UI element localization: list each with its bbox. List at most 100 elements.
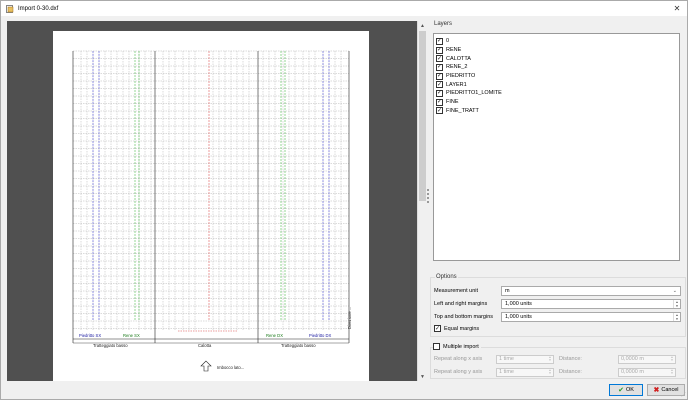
scroll-down-icon[interactable]: ▼ <box>418 372 427 381</box>
repeat-x-spinbox[interactable]: 1 time ▲ ▼ <box>496 354 554 364</box>
colored-lines <box>92 51 330 332</box>
repeat-x-label: Repeat along x axis <box>434 356 483 362</box>
resize-grip-icon[interactable]: ⋰ <box>681 392 686 398</box>
layer-item[interactable]: ✓ FINE <box>436 98 677 107</box>
repeat-x-row: Repeat along x axis 1 time ▲ ▼ Distance: … <box>434 354 684 364</box>
multiple-import-label: Multiple import <box>443 343 479 350</box>
layer-label: CALOTTA <box>446 55 471 62</box>
tb-margins-label: Top and bottom margins <box>434 314 494 320</box>
layer-item[interactable]: ✓ PIEDRITTO1_LOMITE <box>436 89 677 98</box>
tb-margins-spinbox[interactable]: 1,000 units ▲ ▼ <box>501 312 681 322</box>
layer-item[interactable]: ✓ LAYER1 <box>436 80 677 89</box>
layer-label: RENE_2 <box>446 64 468 71</box>
layer-checkbox[interactable]: ✓ <box>436 107 443 115</box>
repeat-x-value: 1 time <box>499 356 514 362</box>
lr-margins-spinbox[interactable]: 1,000 units ▲ ▼ <box>501 299 681 309</box>
multiple-import-checkbox[interactable] <box>433 343 440 350</box>
layer-checkbox[interactable]: ✓ <box>436 89 443 97</box>
lr-margins-label: Left and right margins <box>434 301 488 307</box>
distance-x-value: 0,0000 m <box>621 356 644 362</box>
equal-margins-checkbox[interactable]: ✓ <box>434 325 441 332</box>
distance-y-stepper[interactable]: ▲ ▼ <box>669 368 675 376</box>
layer-checkbox[interactable]: ✓ <box>436 72 443 80</box>
drawing-labels: Piedritto SX Rene SX Rene DX Piedritto D… <box>79 307 352 370</box>
measurement-unit-label: Measurement unit <box>434 288 479 294</box>
repeat-y-spinbox[interactable]: 1 time ▲ ▼ <box>496 367 554 377</box>
lr-margins-value: 1,000 units <box>505 301 532 307</box>
repeat-y-stepper[interactable]: ▲ ▼ <box>547 368 553 376</box>
window-title: Import 0-30.dxf <box>18 5 59 12</box>
multiple-import-group: Multiple import Repeat along x axis 1 ti… <box>430 343 686 379</box>
lr-margins-row: Left and right margins 1,000 units ▲ ▼ <box>434 299 684 309</box>
layers-panel: Layers ✓ 0 ✓ RENE ✓ CALOTTA ✓ RENE_2 ✓ PIEDRITTO ✓… <box>430 21 686 268</box>
layer-item[interactable]: ✓ 0 <box>436 37 677 46</box>
layers-title: Layers <box>434 21 453 27</box>
layer-item[interactable]: ✓ RENE <box>436 46 677 55</box>
options-group: Options Measurement unit m ⌄ Left and ri… <box>430 274 686 337</box>
layer-label: FINE_TRATT <box>446 107 479 114</box>
distance-x-label: Distance: <box>559 356 582 362</box>
close-button[interactable]: ✕ <box>671 3 683 14</box>
equal-margins-label: Equal margins <box>444 325 480 332</box>
label-rene-dx: Rene DX <box>266 333 283 338</box>
up-arrow-icon <box>200 360 212 372</box>
equal-margins-row: ✓ Equal margins <box>434 325 479 332</box>
label-piedritto-dx: Piedritto DX <box>309 333 332 338</box>
lr-margins-stepper[interactable]: ▲ ▼ <box>673 300 680 308</box>
repeat-y-value: 1 time <box>499 369 514 375</box>
grid-lines <box>73 50 349 331</box>
layer-checkbox[interactable]: ✓ <box>436 81 443 89</box>
label-direzione: Direzione ... <box>347 307 352 329</box>
distance-y-value: 0,0000 m <box>621 369 644 375</box>
layer-checkbox[interactable]: ✓ <box>436 98 443 106</box>
paper-sheet: Piedritto SX Rene SX Rene DX Piedritto D… <box>53 31 369 381</box>
tb-margins-stepper[interactable]: ▲ ▼ <box>673 313 680 321</box>
layers-list[interactable]: ✓ 0 ✓ RENE ✓ CALOTTA ✓ RENE_2 ✓ PIEDRITTO ✓ LAYER1 ✓… <box>433 33 680 261</box>
layer-checkbox[interactable]: ✓ <box>436 55 443 63</box>
label-tratteggiato-right: Tratteggiato basso <box>281 343 316 348</box>
measurement-unit-value: m <box>505 288 510 294</box>
distance-y-spinbox[interactable]: 0,0000 m ▲ ▼ <box>618 367 676 377</box>
distance-x-spinbox[interactable]: 0,0000 m ▲ ▼ <box>618 354 676 364</box>
measurement-unit-select[interactable]: m ⌄ <box>501 286 681 296</box>
cancel-label: Cancel <box>661 387 679 393</box>
drawing-frame <box>72 51 350 344</box>
layer-item[interactable]: ✓ RENE_2 <box>436 63 677 72</box>
layer-checkbox[interactable]: ✓ <box>436 63 443 71</box>
distance-y-label: Distance: <box>559 369 582 375</box>
preview-vertical-scrollbar[interactable]: ▲ ▼ <box>417 21 426 381</box>
layer-checkbox[interactable]: ✓ <box>436 46 443 54</box>
tb-margins-value: 1,000 units <box>505 314 532 320</box>
tb-margins-row: Top and bottom margins 1,000 units ▲ ▼ <box>434 312 684 322</box>
label-rene-sx: Rene SX <box>123 333 140 338</box>
scroll-thumb[interactable] <box>419 31 426 201</box>
layer-item[interactable]: ✓ CALOTTA <box>436 54 677 63</box>
check-icon: ✔ <box>618 387 624 394</box>
layer-label: LAYER1 <box>446 81 467 88</box>
layer-label: FINE <box>446 99 459 106</box>
scroll-up-icon[interactable]: ▲ <box>418 21 427 30</box>
layer-label: PIEDRITTO <box>446 73 476 80</box>
app-icon <box>6 4 14 13</box>
layer-label: RENE <box>446 47 462 54</box>
distance-x-stepper[interactable]: ▲ ▼ <box>669 355 675 363</box>
options-title: Options <box>435 274 458 280</box>
label-piedritto-sx: Piedritto SX <box>79 333 101 338</box>
layer-item[interactable]: ✓ PIEDRITTO <box>436 72 677 81</box>
multiple-import-header: Multiple import <box>433 343 481 350</box>
layer-item[interactable]: ✓ FINE_TRATT <box>436 107 677 116</box>
label-tratteggiato-left: Tratteggiato basso <box>93 343 128 348</box>
import-dialog: Import 0-30.dxf ✕ Piedritto SX Rene SX R… <box>0 0 688 400</box>
drawing-preview[interactable]: Piedritto SX Rene SX Rene DX Piedritto D… <box>7 21 417 381</box>
layer-checkbox[interactable]: ✓ <box>436 37 443 45</box>
ok-label: OK <box>625 387 634 393</box>
cancel-icon: ✖ <box>653 387 660 394</box>
repeat-x-stepper[interactable]: ▲ ▼ <box>547 355 553 363</box>
ok-button[interactable]: ✔ OK <box>609 384 643 396</box>
measurement-unit-row: Measurement unit m ⌄ <box>434 286 684 296</box>
layer-label: PIEDRITTO1_LOMITE <box>446 90 502 97</box>
repeat-y-row: Repeat along y axis 1 time ▲ ▼ Distance: … <box>434 367 684 377</box>
label-calotta: Calotta <box>198 343 212 348</box>
dxf-drawing: Piedritto SX Rene SX Rene DX Piedritto D… <box>72 50 352 372</box>
cancel-button[interactable]: ✖ Cancel <box>647 384 685 396</box>
